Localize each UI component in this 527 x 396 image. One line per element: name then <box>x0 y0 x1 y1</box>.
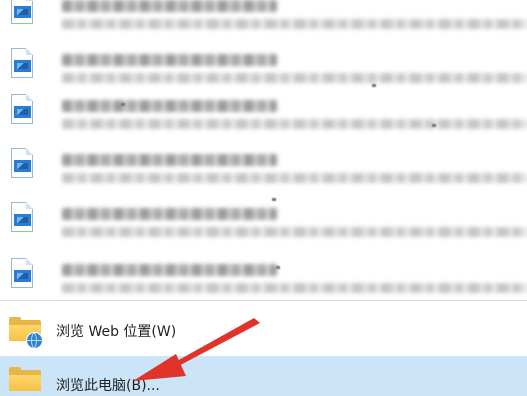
redacted-file-name <box>62 208 277 220</box>
recent-document-item[interactable] <box>0 246 527 304</box>
redacted-file-path <box>62 19 527 29</box>
word-document-icon <box>11 148 35 180</box>
recent-documents-list <box>0 0 527 293</box>
recent-document-item[interactable] <box>0 82 527 140</box>
recent-document-item[interactable] <box>0 190 527 248</box>
redacted-file-name <box>62 100 277 112</box>
recent-document-item[interactable] <box>0 0 527 40</box>
redacted-file-path <box>62 119 527 129</box>
word-document-icon <box>11 258 35 290</box>
browse-this-pc-button[interactable]: 浏览此电脑(B)... <box>0 356 527 396</box>
word-document-icon <box>11 94 35 126</box>
word-document-icon <box>11 0 35 26</box>
folder-globe-icon <box>9 317 43 349</box>
redacted-file-name <box>62 0 277 12</box>
globe-icon <box>26 332 43 349</box>
redacted-file-name <box>62 154 277 166</box>
folder-icon <box>9 367 43 391</box>
divider <box>0 300 527 301</box>
word-document-icon <box>11 48 35 80</box>
browse-web-location-button[interactable]: 浏览 Web 位置(W) <box>0 308 527 352</box>
browse-web-location-label: 浏览 Web 位置(W) <box>56 324 177 340</box>
redacted-file-path <box>62 283 527 293</box>
recent-document-item[interactable] <box>0 136 527 194</box>
redacted-file-name <box>62 264 277 276</box>
redacted-file-name <box>62 54 277 66</box>
redacted-file-path <box>62 173 527 183</box>
browse-this-pc-label: 浏览此电脑(B)... <box>56 378 160 394</box>
open-file-panel: 浏览 Web 位置(W) 浏览此电脑(B)... <box>0 0 527 396</box>
word-document-icon <box>11 202 35 234</box>
redacted-file-path <box>62 227 527 237</box>
